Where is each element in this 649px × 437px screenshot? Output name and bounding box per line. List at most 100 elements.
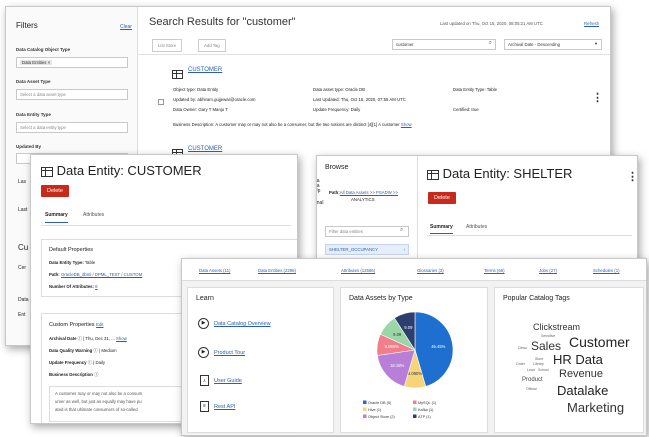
learn-title: Learn — [196, 295, 214, 302]
tag-lead[interactable]: Lead — [527, 368, 535, 372]
info-icon[interactable]: ⓘ — [94, 372, 98, 377]
stat-data-assets[interactable]: Data Assets (11) — [199, 268, 230, 273]
entity-type-label: Data Entity Type: — [49, 260, 84, 265]
filter-chip[interactable]: Data Entities × — [20, 60, 53, 65]
meta-updated-by: Updated by: abhiram.gujjewar@oracle.com — [173, 97, 256, 102]
browse-fragment: anal — [316, 200, 324, 206]
prop-label: Data Quality Warning — [49, 348, 93, 353]
refresh-link[interactable]: Refresh — [584, 21, 599, 26]
table-icon — [41, 166, 53, 177]
data-asset-type-select[interactable]: Select a data asset type — [16, 89, 128, 100]
stat-attributes[interactable]: Attributes (12586) — [341, 268, 375, 273]
meta-entity-type: Data Entity Type: Table — [453, 87, 498, 92]
search-input[interactable]: customer ⌕ — [392, 39, 496, 50]
tag-school[interactable]: School — [538, 368, 549, 372]
tag-clickstream[interactable]: Clickstream — [533, 322, 580, 332]
tag-official[interactable]: Official — [526, 387, 537, 391]
shelter-tab-attributes[interactable]: Attributes — [466, 224, 487, 230]
info-icon[interactable]: ⓘ — [94, 348, 98, 353]
side-fragment: Las — [18, 179, 27, 185]
chevron-down-icon: ▼ — [594, 41, 598, 46]
shelter-tab-summary[interactable]: Summary — [430, 224, 453, 234]
tag-revenue[interactable]: Revenue — [559, 368, 603, 380]
data-assets-pie-chart: 45.45% 9.090% 18.18% 9.090% 9.099.09 Oracle D… — [363, 311, 454, 419]
tab-summary[interactable]: Summary — [45, 212, 68, 223]
side-fragment: Ent — [18, 312, 26, 318]
result-meta-col2: Data asset type: Oracle DB Last Updated:… — [313, 85, 453, 115]
legend-swatch — [413, 407, 417, 411]
update-frequency-row: Update Frequency ⓘ | Daily — [49, 360, 106, 365]
stats-bar — [182, 259, 646, 281]
stat-glossaries[interactable]: Glossaries (3) — [417, 268, 444, 273]
path-link[interactable]: All Data Assets >> PSADW >> — [340, 190, 398, 195]
path-value-link[interactable]: OracleDB_dbml / DPML_TEST / CUSTOM — [61, 272, 142, 277]
result-description: Business Description: A customer may or … — [173, 122, 412, 127]
object-type-field[interactable]: Data Entities × — [16, 57, 128, 68]
tab-attributes[interactable]: Attributes — [83, 212, 104, 218]
num-attributes-value[interactable]: 8 — [95, 284, 97, 289]
description-line: umer as well, but just as equally may ha… — [55, 399, 142, 404]
add-tag-button[interactable]: Add Tag — [198, 39, 226, 52]
filter-entities-input[interactable]: Filter data entities — [325, 226, 409, 237]
api-document-icon: ≡ — [200, 401, 209, 412]
tag-order[interactable]: Order — [516, 362, 525, 366]
stat-jobs[interactable]: Jobs (27) — [539, 268, 557, 273]
sort-select[interactable]: Archival Date - Descending ▼ — [504, 39, 602, 50]
tag-sales[interactable]: Sales — [531, 339, 561, 353]
search-icon[interactable]: ⌕ — [489, 40, 492, 47]
description-line: A customer may or may not also be a cons… — [55, 391, 143, 396]
shelter-delete-button[interactable]: Delete — [428, 192, 456, 204]
prop-label: Business Description — [49, 372, 93, 377]
learn-link-overview[interactable]: Data Catalog Overview — [214, 321, 271, 327]
list-store-button[interactable]: List Store — [152, 39, 183, 52]
tag-sensitive[interactable]: Sensitive — [541, 334, 555, 338]
entity-title: Data Entity: CUSTOMER — [41, 163, 202, 178]
tag-datalake[interactable]: Datalake — [557, 383, 608, 398]
info-icon[interactable]: ⓘ — [78, 336, 82, 341]
show-link[interactable]: Show — [116, 336, 127, 341]
tab-underline — [41, 225, 291, 226]
play-circle-icon: ▶ — [198, 318, 209, 329]
browse-list-item[interactable]: SHELTER_OCCUPANCY › — [325, 244, 409, 255]
data-entity-type-select[interactable]: Select a data entity type — [16, 122, 128, 133]
filter-label: Data Asset Type — [16, 79, 51, 84]
tag-hr-data[interactable]: HR Data — [553, 352, 603, 367]
meta-data-owner: Data Owner: Gary T Manju T — [173, 107, 228, 112]
result-title-link[interactable]: CUSTOMER — [188, 67, 222, 73]
delete-button[interactable]: Delete — [41, 185, 69, 197]
stat-schedules[interactable]: Schedules (1) — [593, 268, 620, 273]
info-icon[interactable]: ⓘ — [88, 360, 92, 365]
tag-library[interactable]: Library — [533, 362, 544, 366]
tab-underline — [427, 235, 632, 236]
legend-label: MySQL (1) — [418, 401, 437, 405]
stat-data-entities[interactable]: Data Entities (2296) — [258, 268, 296, 273]
meta-object-type: Object type: Data Entity — [173, 87, 219, 92]
prop-value: Daily — [95, 360, 106, 365]
more-actions-icon[interactable]: ⋮ — [627, 170, 637, 183]
learn-link-user-guide[interactable]: User Guide — [214, 378, 242, 384]
learn-link-rest-api[interactable]: Rest API — [214, 404, 235, 410]
learn-link-tour[interactable]: Product Tour — [214, 350, 245, 356]
pie-slice-label: 45.45% — [431, 344, 445, 349]
result-meta-col1: Object type: Data Entity Updated by: abh… — [173, 85, 313, 115]
tag-customer[interactable]: Customer — [569, 334, 630, 350]
tag-desc[interactable]: Desc — [518, 345, 527, 350]
entity-type-row: Data Entity Type: Table — [49, 260, 95, 265]
clear-filters-link[interactable]: Clear — [120, 24, 132, 30]
pdf-document-icon: ⅄ — [200, 375, 209, 386]
prop-label: Archival Date — [49, 336, 77, 341]
tag-store[interactable]: Store — [535, 357, 543, 361]
result-checkbox[interactable] — [158, 99, 164, 105]
num-attributes-label: Number Of Attributes: — [49, 284, 94, 289]
show-more-link[interactable]: Show — [401, 122, 412, 127]
archival-date-row: Archival Date ⓘ | Thu, Dec 31, ... Show — [49, 336, 127, 341]
more-actions-icon[interactable]: ⋮ — [592, 91, 603, 104]
tag-marketing[interactable]: Marketing — [567, 400, 624, 415]
legend-label: Object Store (2) — [368, 415, 396, 419]
custom-properties-header: Custom Properties Edit — [49, 322, 103, 328]
stat-terms[interactable]: Terms (66) — [484, 268, 505, 273]
edit-link[interactable]: Edit — [96, 322, 103, 327]
result-title-link[interactable]: CUSTOMER — [188, 146, 222, 152]
prop-value: Medium — [101, 348, 117, 353]
tag-product[interactable]: Product — [522, 377, 543, 383]
